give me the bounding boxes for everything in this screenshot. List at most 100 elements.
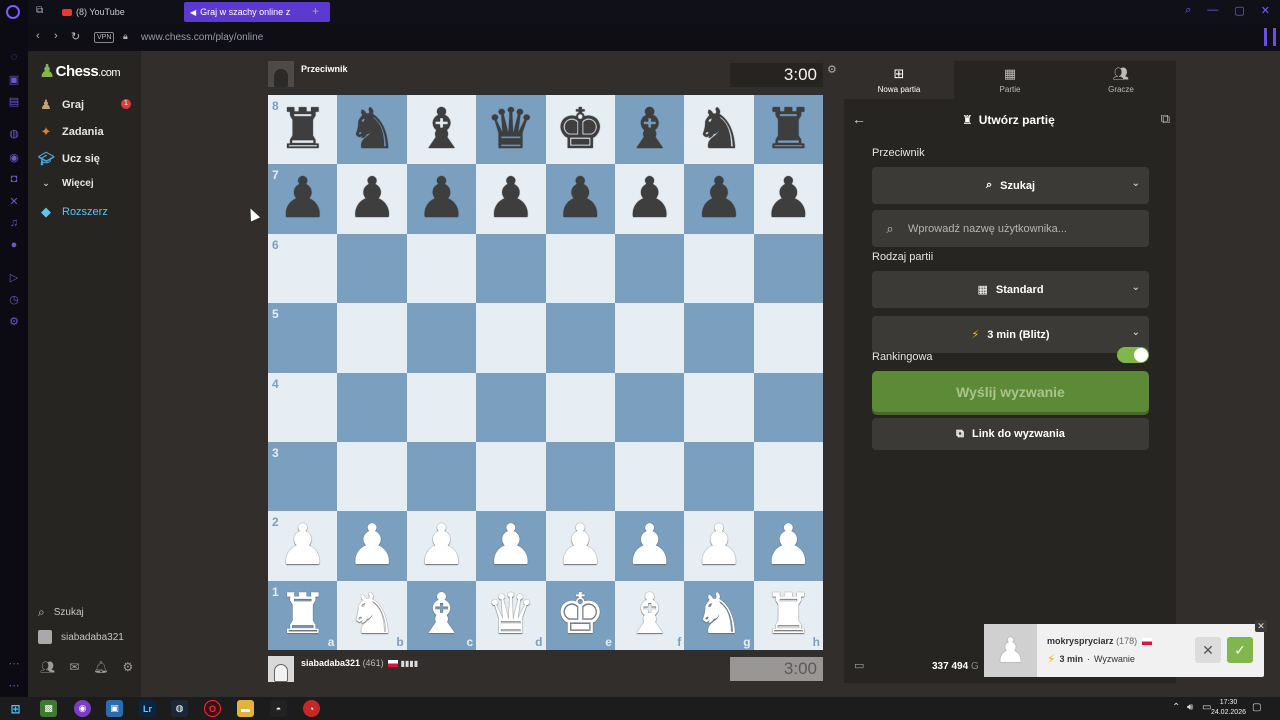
challenge-link-button[interactable]: ⧉ Link do wyzwania (872, 418, 1149, 450)
settings-icon[interactable]: ⚙ (123, 660, 134, 674)
messenger-chat-icon[interactable]: ◉ (7, 150, 21, 164)
maximize-icon[interactable]: ▢ (1234, 4, 1244, 17)
accept-challenge-button[interactable]: ✓ (1227, 637, 1253, 663)
square-c7[interactable]: ♟ (406, 164, 477, 234)
opponent-avatar[interactable] (268, 61, 294, 87)
twitch-icon[interactable]: ▤ (7, 94, 21, 108)
square-e1[interactable]: e ♚ (545, 580, 615, 650)
square-f5[interactable] (614, 303, 685, 373)
opponent-select[interactable]: ⌕ Szukaj ⌄ (872, 167, 1149, 204)
nav-item-puzzles[interactable]: ✦ Zadania (38, 124, 104, 140)
white-bishop-icon[interactable]: ♝ (624, 587, 674, 643)
messenger-icon[interactable]: ▣ (7, 72, 21, 86)
sidebar-toggle-icon[interactable] (1264, 28, 1276, 46)
square-a7[interactable]: 7 ♟ (268, 164, 338, 234)
black-pawn-icon[interactable]: ♟ (347, 171, 397, 227)
my-avatar[interactable] (268, 656, 294, 682)
square-d7[interactable]: ♟ (476, 164, 546, 234)
gx-icon[interactable]: ⋯ (7, 656, 21, 670)
square-h2[interactable]: ♟ (753, 511, 823, 581)
square-d6[interactable] (476, 233, 546, 304)
back-arrow-icon[interactable]: ← (852, 111, 866, 127)
square-b1[interactable]: b ♞ (337, 580, 407, 650)
square-d5[interactable] (476, 303, 546, 373)
square-h3[interactable] (753, 441, 823, 512)
search-tabs-icon[interactable]: ⌕ (1185, 4, 1191, 17)
url-field[interactable]: www.chess.com/play/online (141, 32, 263, 43)
square-b6[interactable] (337, 233, 407, 304)
username-input[interactable] (908, 222, 1138, 235)
black-rook-icon[interactable]: ♜ (278, 101, 328, 158)
tab-players[interactable]: 👥︎ Gracze (1066, 61, 1176, 99)
square-h6[interactable] (753, 233, 823, 304)
square-e3[interactable] (545, 441, 615, 512)
square-c2[interactable]: ♟ (406, 511, 477, 581)
white-pawn-icon[interactable]: ♟ (624, 517, 674, 574)
chess-board[interactable]: 8 ♜ ♞ ♝ ♛ ♚ ♝ ♞ ♜ 7 ♟ ♟ ♟ ♟ ♟ ♟ ♟ ♟ 6 5 4 3 2 ♟ ♟ ♟ ♟ ♟ ♟ ♟ ♟ 1 a ♜ b ♞ c ♝ d ♛… (268, 95, 823, 650)
tab-new-game[interactable]: ⊞ Nowa partia (844, 61, 954, 99)
white-pawn-icon[interactable]: ♟ (555, 517, 605, 574)
square-d2[interactable]: ♟ (476, 511, 546, 581)
square-e5[interactable] (545, 303, 615, 373)
tab-games[interactable]: ▦ Partie (955, 61, 1065, 99)
square-e8[interactable]: ♚ (545, 95, 615, 165)
vpn-badge[interactable]: VPN (94, 32, 115, 43)
white-rook-icon[interactable]: ♜ (278, 587, 328, 643)
close-notification-icon[interactable]: ✕ (1255, 620, 1267, 632)
square-a5[interactable]: 5 (268, 303, 338, 373)
bell-icon[interactable]: 🔔︎ (93, 660, 108, 674)
square-e6[interactable] (545, 233, 615, 304)
minecraft-icon[interactable]: ▩ (40, 700, 57, 717)
white-queen-icon[interactable]: ♛ (486, 587, 536, 643)
square-a4[interactable]: 4 (268, 372, 338, 442)
square-c3[interactable] (406, 441, 477, 512)
square-c1[interactable]: c ♝ (406, 580, 477, 650)
decline-challenge-button[interactable]: ✕ (1195, 637, 1221, 663)
square-a1[interactable]: 1 a ♜ (268, 580, 338, 650)
forward-icon[interactable]: › (54, 30, 58, 42)
square-g2[interactable]: ♟ (684, 511, 754, 581)
aria-icon[interactable]: ◌ (7, 50, 21, 64)
messages-icon[interactable]: ✉ (69, 660, 79, 674)
square-b4[interactable] (337, 372, 407, 442)
square-f1[interactable]: f ♝ (614, 580, 685, 650)
nav-search[interactable]: ⌕ Szukaj (38, 605, 84, 620)
square-c6[interactable] (406, 233, 477, 304)
white-bishop-icon[interactable]: ♝ (416, 587, 466, 643)
black-pawn-icon[interactable]: ♟ (624, 171, 674, 227)
square-c8[interactable]: ♝ (406, 95, 477, 165)
chess-logo[interactable]: ♟ Chess .com (39, 61, 121, 82)
new-tab-button[interactable]: + (312, 4, 319, 18)
send-challenge-button[interactable]: Wyślij wyzwanie (872, 371, 1149, 412)
square-a6[interactable]: 6 (268, 233, 338, 304)
square-f7[interactable]: ♟ (614, 164, 685, 234)
white-rook-icon[interactable]: ♜ (763, 587, 813, 643)
close-icon[interactable]: ✕ (1261, 4, 1270, 17)
black-pawn-icon[interactable]: ♟ (278, 171, 328, 227)
tab-chess[interactable]: ◀ Graj w szachy online z (184, 2, 330, 22)
black-pawn-icon[interactable]: ♟ (555, 171, 605, 227)
white-pawn-icon[interactable]: ♟ (416, 517, 466, 574)
opera-gx-icon[interactable]: O (204, 700, 221, 717)
square-f2[interactable]: ♟ (614, 511, 685, 581)
reload-icon[interactable]: ↻ (71, 30, 80, 43)
speed-app-icon[interactable]: ◔ (303, 700, 320, 717)
nav-item-learn[interactable]: 🎓︎ Ucz się (38, 151, 100, 167)
windows-start-icon[interactable]: ⊞ (7, 700, 24, 717)
square-b2[interactable]: ♟ (337, 511, 407, 581)
white-knight-icon[interactable]: ♞ (694, 587, 744, 643)
square-d8[interactable]: ♛ (476, 95, 546, 165)
square-d3[interactable] (476, 441, 546, 512)
square-g7[interactable]: ♟ (684, 164, 754, 234)
square-g4[interactable] (684, 372, 754, 442)
lightroom-icon[interactable]: Lr (139, 700, 156, 717)
board-settings-icon[interactable]: ⚙ (827, 63, 837, 76)
black-bishop-icon[interactable]: ♝ (624, 101, 674, 158)
white-pawn-icon[interactable]: ♟ (763, 517, 813, 574)
square-f8[interactable]: ♝ (614, 95, 685, 165)
history-icon[interactable]: ◷ (7, 292, 21, 306)
square-e2[interactable]: ♟ (545, 511, 615, 581)
square-g8[interactable]: ♞ (684, 95, 754, 165)
nav-item-upgrade[interactable]: ◆ Rozszerz (38, 204, 108, 220)
square-h8[interactable]: ♜ (753, 95, 823, 165)
